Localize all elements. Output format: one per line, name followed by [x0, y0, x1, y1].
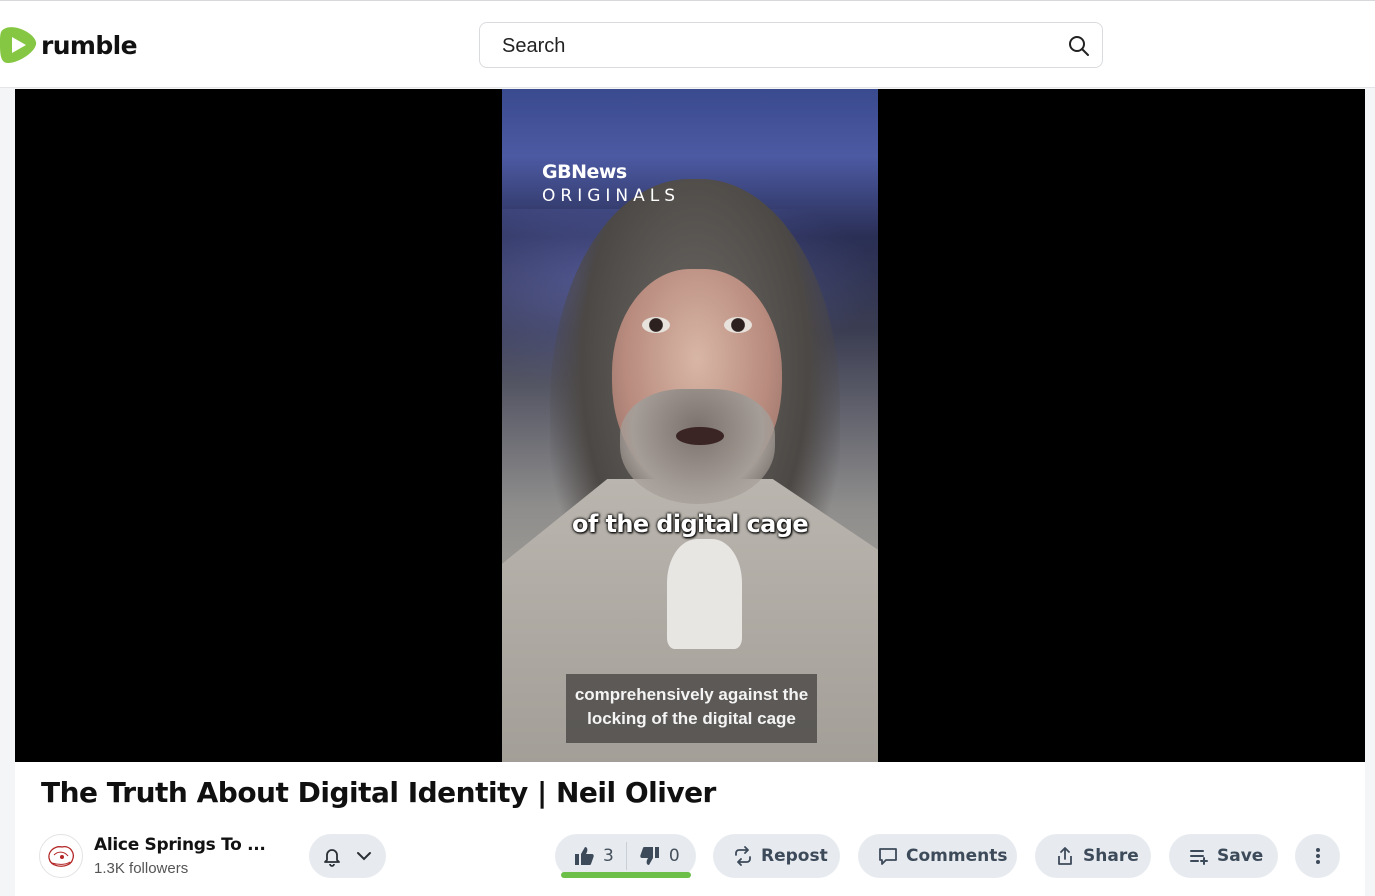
thumbs-up-icon[interactable] [573, 845, 595, 867]
save-label: Save [1217, 846, 1264, 866]
save-button[interactable]: Save [1169, 834, 1278, 878]
left-eye [642, 317, 670, 333]
bell-icon [324, 849, 340, 867]
video-info-panel: The Truth About Digital Identity | Neil … [15, 762, 1365, 896]
presenter-undershirt [667, 539, 742, 649]
comments-button[interactable]: Comments [858, 834, 1017, 878]
subtitle-box: comprehensively against the locking of t… [566, 674, 817, 743]
share-icon [1058, 847, 1072, 865]
overlay-brand-subtitle: ORIGINALS [542, 186, 681, 206]
logo-text: rumble [41, 30, 138, 60]
rumble-logo[interactable]: rumble [0, 25, 138, 65]
playlist-add-icon [1190, 850, 1208, 865]
vote-separator [625, 842, 627, 870]
top-header: rumble [0, 0, 1375, 88]
more-vertical-icon [1315, 848, 1320, 864]
repost-icon [735, 846, 751, 866]
video-player[interactable]: GBNews ORIGINALS of the digital cage com… [15, 89, 1365, 762]
overlay-brand-title: GBNews [542, 161, 627, 183]
like-count: 3 [603, 846, 614, 866]
rumble-logo-icon [0, 27, 37, 63]
video-title: The Truth About Digital Identity | Neil … [41, 776, 716, 809]
search-input[interactable] [500, 23, 1064, 69]
right-eye [724, 317, 752, 333]
avatar-sketch-icon [48, 846, 74, 867]
presenter-beard [620, 389, 775, 504]
repost-label: Repost [761, 846, 828, 866]
chevron-down-icon [357, 852, 371, 861]
search-icon[interactable] [1068, 35, 1090, 57]
follower-count: 1.3K followers [94, 860, 189, 877]
notification-button[interactable] [309, 834, 386, 878]
channel-avatar[interactable] [39, 834, 83, 878]
large-caption: of the digital cage [571, 510, 809, 538]
repost-button[interactable]: Repost [713, 834, 840, 878]
subtitle-line-2: locking of the digital cage [587, 709, 796, 728]
presenter-mouth [676, 427, 724, 445]
more-options-button[interactable] [1295, 834, 1340, 878]
comment-icon [879, 848, 897, 865]
vote-ratio-bar [561, 872, 691, 878]
share-label: Share [1083, 846, 1139, 866]
thumbs-down-icon[interactable] [639, 845, 661, 867]
channel-name[interactable]: Alice Springs To ... [94, 835, 266, 855]
search-box[interactable] [479, 22, 1103, 69]
video-frame: GBNews ORIGINALS of the digital cage com… [502, 89, 878, 762]
share-button[interactable]: Share [1035, 834, 1151, 878]
subtitle-line-1: comprehensively against the [574, 685, 809, 704]
comments-label: Comments [906, 846, 1008, 866]
dislike-count: 0 [668, 846, 680, 866]
